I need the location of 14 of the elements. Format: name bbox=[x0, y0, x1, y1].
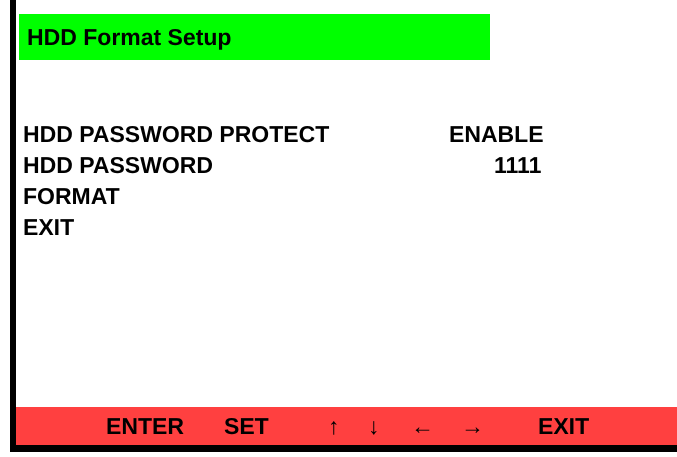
menu-item[interactable]: FORMAT bbox=[23, 183, 120, 209]
menu-item[interactable]: HDD PASSWORD PROTECT bbox=[23, 121, 330, 147]
footer-key: ENTER bbox=[106, 407, 184, 445]
menu-value: ENABLE bbox=[449, 120, 544, 149]
footer-key: → bbox=[461, 407, 484, 445]
title-bar: HDD Format Setup bbox=[19, 14, 490, 60]
footer-key: EXIT bbox=[538, 407, 590, 445]
menu-value: 1111 bbox=[494, 151, 542, 180]
footer-key: ↑ bbox=[328, 407, 340, 445]
footer-key: ↓ bbox=[368, 407, 380, 445]
footer-key: SET bbox=[224, 407, 269, 445]
menu-item[interactable]: HDD PASSWORD bbox=[23, 152, 213, 178]
menu-item[interactable]: EXIT bbox=[23, 214, 74, 240]
footer-key: ← bbox=[411, 407, 434, 445]
